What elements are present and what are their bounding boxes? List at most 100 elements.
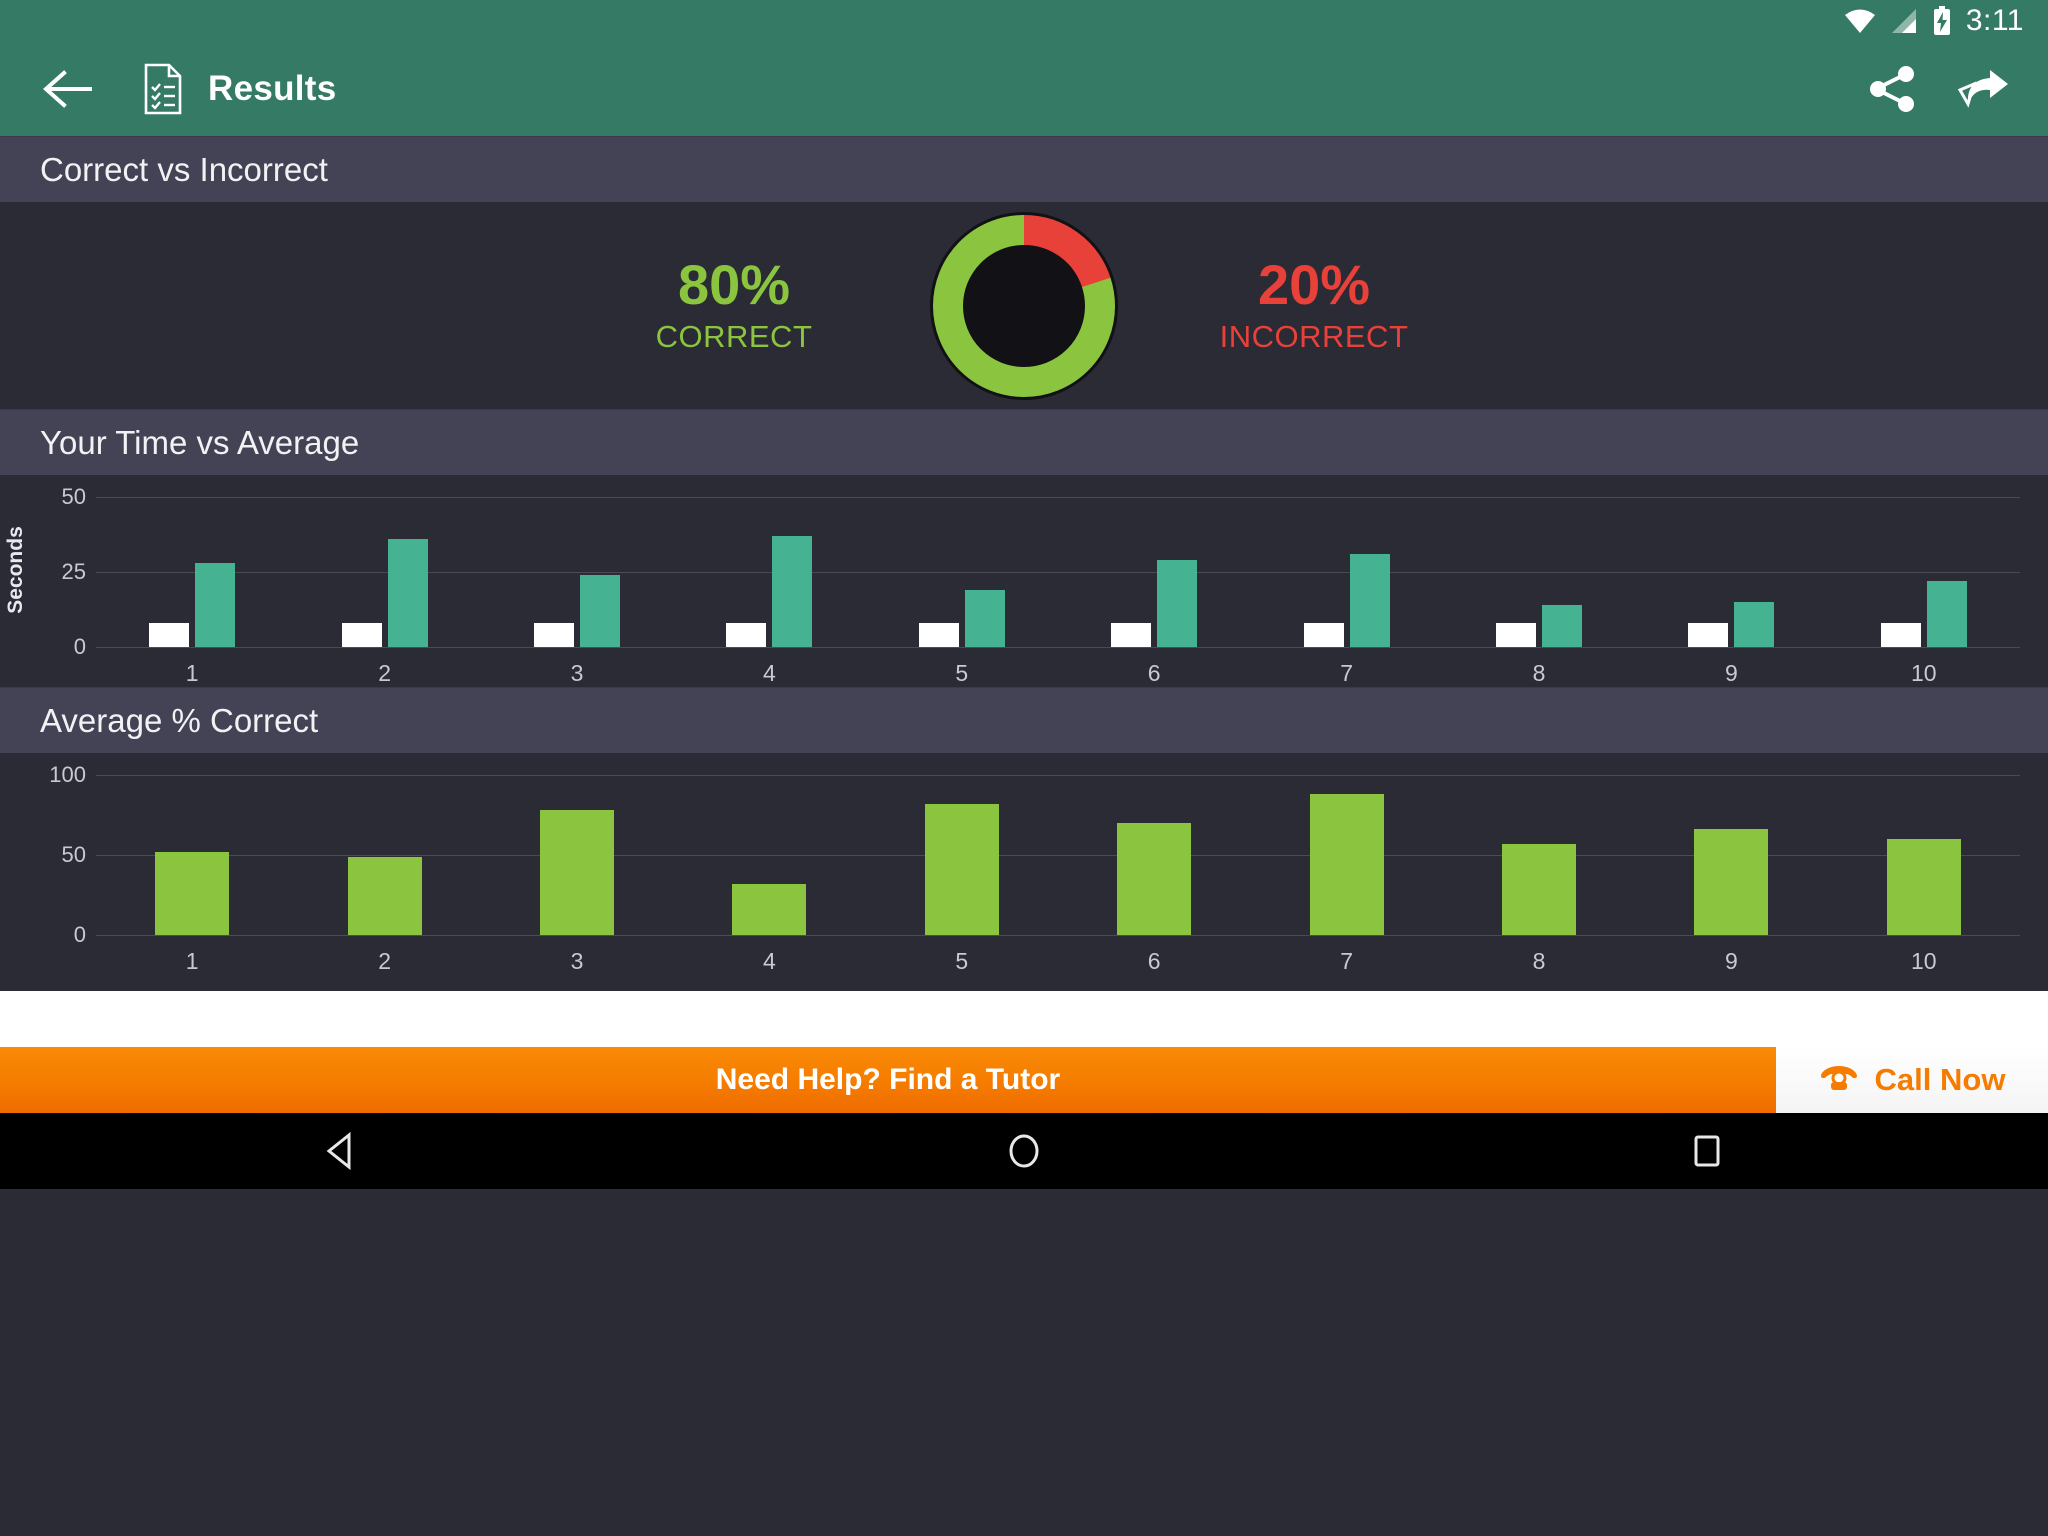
- app-screen: 3:11 Results Correct vs Incorrect 80% CO…: [0, 0, 2048, 1536]
- bar-group: 1: [96, 497, 288, 686]
- bar: [1303, 623, 1344, 647]
- time-chart-plot: 0 25 50 Seconds 1 2 3 4 5 6 7 8 9 10: [0, 475, 2048, 687]
- wifi-icon: [1844, 8, 1876, 34]
- section-title: Your Time vs Average: [40, 423, 360, 461]
- bar-group: 8: [1443, 775, 1635, 974]
- bar-group: 4: [673, 497, 865, 686]
- call-now-button[interactable]: Call Now: [1776, 1047, 2048, 1113]
- cellular-signal-icon: [1890, 8, 1918, 34]
- bar-group: 8: [1443, 497, 1635, 686]
- bar-group: 10: [1828, 775, 2020, 974]
- correct-percent: 80%: [677, 253, 791, 317]
- bar-group: 2: [288, 497, 480, 686]
- x-axis-tick: 1: [185, 660, 199, 686]
- android-nav-bar: [0, 1113, 2048, 1189]
- bar: [387, 539, 428, 647]
- correct-incorrect-donut-chart: [924, 206, 1124, 406]
- bar: [1117, 823, 1192, 935]
- content-filler: [0, 991, 2048, 1047]
- section-title: Correct vs Incorrect: [40, 150, 328, 188]
- average-percent-correct-chart: 0 50 100 1 2 3 4 5 6 7 8 9 10: [0, 753, 2048, 991]
- nav-recents-icon[interactable]: [1662, 1121, 1752, 1181]
- bar: [1157, 560, 1198, 647]
- call-now-label: Call Now: [1874, 1062, 2006, 1097]
- gridline: [96, 935, 2020, 936]
- bar-group: 4: [673, 775, 865, 974]
- bar: [533, 623, 574, 647]
- x-axis-tick: 8: [1532, 948, 1546, 974]
- bar: [1501, 843, 1576, 935]
- correct-stat: 80% CORRECT: [584, 253, 884, 355]
- tutor-ad-banner[interactable]: Need Help? Find a Tutor Call Now: [0, 1047, 2048, 1113]
- x-axis-tick: 6: [1147, 660, 1161, 686]
- incorrect-stat: 20% INCORRECT: [1164, 253, 1464, 355]
- section-header-average-correct: Average % Correct: [0, 687, 2048, 753]
- x-axis-tick: 2: [378, 660, 391, 686]
- nav-home-icon[interactable]: [979, 1121, 1069, 1181]
- bar: [1926, 581, 1967, 647]
- app-bar: Results: [0, 42, 2048, 136]
- y-axis-tick: 25: [61, 559, 86, 584]
- bar: [579, 575, 620, 647]
- section-title: Average % Correct: [40, 701, 319, 739]
- y-axis-tick: 50: [61, 842, 86, 867]
- y-axis-tick: 0: [73, 634, 86, 659]
- navigate-arrow-icon[interactable]: [1946, 52, 2020, 126]
- y-axis-tick: 100: [49, 762, 86, 787]
- bar-group: 3: [481, 775, 673, 974]
- quiz-document-icon: [140, 61, 186, 117]
- bar: [195, 563, 236, 647]
- gridline: [96, 647, 2020, 648]
- bar-group: 10: [1828, 497, 2020, 686]
- x-axis-tick: 8: [1532, 660, 1546, 686]
- bar-group: 5: [866, 775, 1058, 974]
- bar: [1495, 623, 1536, 647]
- bar: [726, 623, 767, 647]
- incorrect-percent: 20%: [1257, 253, 1371, 317]
- x-axis-tick: 2: [378, 948, 391, 974]
- bar: [772, 536, 813, 647]
- bar: [539, 810, 614, 935]
- bar-group: 1: [96, 775, 288, 974]
- bar: [1694, 829, 1769, 935]
- tutor-ad-text: Need Help? Find a Tutor: [715, 1063, 1061, 1096]
- bar: [1541, 605, 1582, 647]
- tutor-ad-message[interactable]: Need Help? Find a Tutor: [0, 1047, 1776, 1113]
- back-arrow-icon[interactable]: [40, 61, 96, 117]
- bar-group: 9: [1635, 497, 1827, 686]
- y-axis-tick: 50: [61, 484, 86, 509]
- bar: [155, 851, 230, 935]
- section-header-correct-vs-incorrect: Correct vs Incorrect: [0, 136, 2048, 202]
- bar: [347, 856, 422, 935]
- x-axis-tick: 7: [1340, 948, 1353, 974]
- x-axis-tick: 5: [955, 660, 969, 686]
- bar-group: 7: [1250, 775, 1442, 974]
- section-header-time-vs-average: Your Time vs Average: [0, 409, 2048, 475]
- bar-group: 5: [866, 497, 1058, 686]
- bar: [1111, 623, 1152, 647]
- bar: [918, 623, 959, 647]
- bar: [924, 803, 999, 935]
- share-icon[interactable]: [1856, 52, 1930, 126]
- x-axis-tick: 10: [1910, 660, 1937, 686]
- bar: [1734, 602, 1775, 647]
- x-axis-tick: 10: [1910, 948, 1937, 974]
- bar: [1309, 794, 1384, 935]
- page-title: Results: [208, 69, 337, 108]
- telephone-icon: [1819, 1062, 1859, 1099]
- bar: [732, 883, 807, 935]
- percent-chart-plot: 0 50 100 1 2 3 4 5 6 7 8 9 10: [0, 753, 2048, 991]
- bar-group: 6: [1058, 497, 1250, 686]
- bar-group: 2: [288, 775, 480, 974]
- status-bar: 3:11: [0, 0, 2048, 42]
- nav-back-icon[interactable]: [296, 1121, 386, 1181]
- incorrect-label: INCORRECT: [1219, 318, 1409, 354]
- bar-group: 9: [1635, 775, 1827, 974]
- x-axis-tick: 4: [762, 948, 776, 974]
- correct-label: CORRECT: [655, 318, 813, 354]
- x-axis-tick: 1: [185, 948, 199, 974]
- x-axis-tick: 6: [1147, 948, 1161, 974]
- bar: [149, 623, 190, 647]
- x-axis-tick: 9: [1724, 660, 1738, 686]
- time-vs-average-chart: 0 25 50 Seconds 1 2 3 4 5 6 7 8 9 10: [0, 475, 2048, 687]
